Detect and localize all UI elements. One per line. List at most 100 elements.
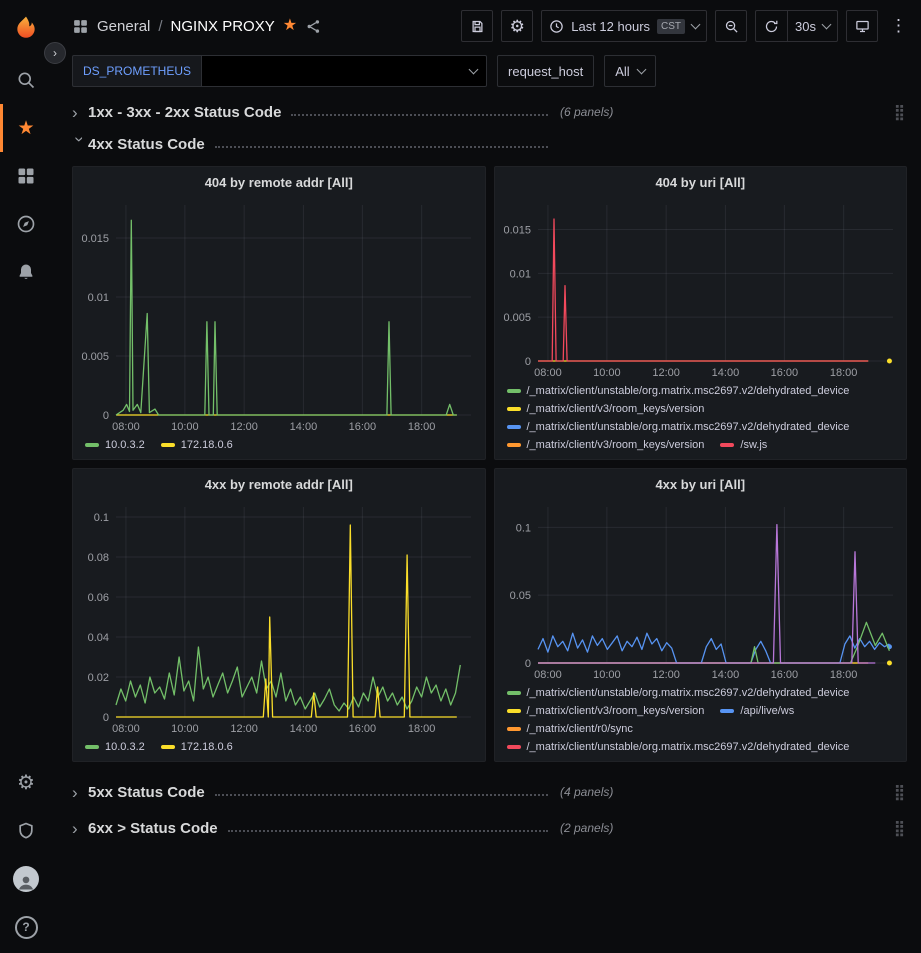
svg-text:0.015: 0.015	[81, 233, 109, 245]
zoom-out-icon	[724, 19, 739, 34]
legend-item[interactable]: /_matrix/client/v3/room_keys/version	[507, 401, 705, 417]
panel-title[interactable]: 404 by remote addr [All]	[73, 167, 485, 197]
dashboard-title[interactable]: NGINX PROXY	[171, 18, 275, 35]
request-host-value: All	[615, 64, 629, 79]
datasource-select[interactable]	[201, 55, 487, 87]
legend-marker	[507, 691, 521, 695]
drag-handle-icon[interactable]: ⣿	[894, 105, 907, 120]
request-host-label-text: request_host	[508, 64, 583, 79]
sidebar-item-dashboards[interactable]	[0, 152, 52, 200]
panel-count: (2 panels)	[560, 821, 613, 835]
row-1xx-3xx-2xx[interactable]: › 1xx - 3xx - 2xx Status Code (6 panels)…	[72, 98, 907, 126]
row-5xx[interactable]: › 5xx Status Code (4 panels) ⣿	[72, 778, 907, 806]
legend-item[interactable]: 10.0.3.2	[85, 437, 145, 453]
chevron-right-icon: ›	[72, 784, 88, 801]
svg-text:08:00: 08:00	[112, 723, 140, 735]
svg-text:12:00: 12:00	[230, 723, 258, 735]
zoom-out-button[interactable]	[715, 10, 747, 42]
dashboards-grid-icon	[16, 166, 36, 186]
sidebar-item-server-admin[interactable]	[0, 807, 52, 855]
legend-label: 10.0.3.2	[105, 437, 145, 453]
svg-text:0.015: 0.015	[503, 225, 531, 237]
sidebar-expand-button[interactable]: ›	[44, 42, 66, 64]
save-dashboard-button[interactable]	[461, 10, 493, 42]
chart-svg: 00.050.108:0010:0012:0014:0016:0018:00	[495, 499, 907, 683]
panel-legend: 10.0.3.2 172.18.0.6	[73, 435, 485, 459]
drag-handle-icon[interactable]: ⣿	[894, 821, 907, 836]
legend-item[interactable]: /api/live/ws	[720, 703, 794, 719]
legend-item[interactable]: 10.0.3.2	[85, 739, 145, 755]
panel-4xx-by-remote-addr: 4xx by remote addr [All] 00.020.040.060.…	[72, 468, 486, 762]
legend-marker	[507, 709, 521, 713]
legend-item[interactable]: 172.18.0.6	[161, 437, 233, 453]
datasource-label: DS_PROMETHEUS	[72, 55, 201, 87]
row-title: 4xx Status Code	[88, 136, 205, 153]
time-range-picker[interactable]: Last 12 hours CST	[541, 10, 707, 42]
legend-item[interactable]: /_matrix/client/v3/room_keys/version	[507, 703, 705, 719]
svg-text:16:00: 16:00	[770, 367, 798, 379]
svg-text:10:00: 10:00	[171, 723, 199, 735]
panel-legend: 10.0.3.2 172.18.0.6	[73, 737, 485, 761]
chart-404-by-uri: 00.0050.010.01508:0010:0012:0014:0016:00…	[495, 197, 907, 381]
chevron-down-icon: ›	[72, 136, 89, 152]
sidebar-item-profile[interactable]	[0, 855, 52, 903]
row-4xx[interactable]: › 4xx Status Code	[72, 130, 907, 158]
legend-item[interactable]: 172.18.0.6	[161, 739, 233, 755]
panel-title[interactable]: 404 by uri [All]	[495, 167, 907, 197]
legend-item[interactable]: /_matrix/client/r0/sync	[507, 721, 633, 737]
legend-label: /_matrix/client/r0/sync	[527, 721, 633, 737]
svg-text:0: 0	[524, 356, 530, 368]
sidebar-item-configuration[interactable]: ⚙	[0, 759, 52, 807]
chevron-down-icon	[822, 19, 832, 29]
svg-text:12:00: 12:00	[652, 669, 680, 681]
sidebar-item-explore[interactable]	[0, 200, 52, 248]
legend-label: /_matrix/client/unstable/org.matrix.msc2…	[527, 739, 850, 755]
sidebar: ★ ⚙ ?	[0, 0, 52, 953]
star-icon: ★	[17, 119, 34, 138]
request-host-select[interactable]: All	[604, 55, 655, 87]
refresh-button[interactable]	[755, 10, 787, 42]
legend-marker	[85, 443, 99, 447]
panel-legend: /_matrix/client/unstable/org.matrix.msc2…	[495, 381, 907, 459]
sidebar-item-alerting[interactable]	[0, 248, 52, 296]
sidebar-item-search[interactable]	[0, 56, 52, 104]
legend-label: /_matrix/client/unstable/org.matrix.msc2…	[527, 419, 850, 435]
legend-marker	[507, 407, 521, 411]
bell-icon	[16, 262, 36, 282]
tv-mode-button[interactable]	[846, 10, 878, 42]
legend-item[interactable]: /sw.js	[720, 437, 767, 453]
panel-title[interactable]: 4xx by uri [All]	[495, 469, 907, 499]
chevron-down-icon	[469, 64, 479, 74]
legend-item[interactable]: /_matrix/client/unstable/org.matrix.msc2…	[507, 685, 850, 701]
row-left: 4xx Status Code	[88, 136, 558, 153]
refresh-button-group: 30s	[755, 10, 838, 42]
legend-marker	[507, 727, 521, 731]
dotted-leader	[215, 794, 548, 796]
dotted-leader	[215, 146, 548, 148]
legend-marker	[161, 443, 175, 447]
favorite-star-icon[interactable]: ★	[283, 18, 297, 34]
legend-label: 172.18.0.6	[181, 437, 233, 453]
svg-text:08:00: 08:00	[534, 367, 562, 379]
legend-item[interactable]: /_matrix/client/unstable/org.matrix.msc2…	[507, 739, 850, 755]
dashboard-settings-button[interactable]: ⚙	[501, 10, 533, 42]
drag-handle-icon[interactable]: ⣿	[894, 785, 907, 800]
svg-text:18:00: 18:00	[408, 421, 436, 433]
panel-title[interactable]: 4xx by remote addr [All]	[73, 469, 485, 499]
row-6xx[interactable]: › 6xx > Status Code (2 panels) ⣿	[72, 814, 907, 842]
legend-item[interactable]: /_matrix/client/unstable/org.matrix.msc2…	[507, 419, 850, 435]
svg-text:0.01: 0.01	[509, 268, 530, 280]
legend-item[interactable]: /_matrix/client/v3/room_keys/version	[507, 437, 705, 453]
svg-text:14:00: 14:00	[711, 367, 739, 379]
sidebar-item-help[interactable]: ?	[0, 903, 52, 951]
sidebar-item-starred[interactable]: ★	[0, 104, 52, 152]
more-options-button[interactable]: ⋮	[886, 10, 911, 42]
refresh-interval-picker[interactable]: 30s	[787, 10, 838, 42]
legend-label: /_matrix/client/v3/room_keys/version	[527, 437, 705, 453]
legend-label: 172.18.0.6	[181, 739, 233, 755]
breadcrumb-section[interactable]: General	[97, 18, 150, 35]
svg-text:16:00: 16:00	[770, 669, 798, 681]
legend-item[interactable]: /_matrix/client/unstable/org.matrix.msc2…	[507, 383, 850, 399]
share-icon[interactable]	[305, 18, 322, 35]
monitor-icon	[855, 19, 870, 34]
